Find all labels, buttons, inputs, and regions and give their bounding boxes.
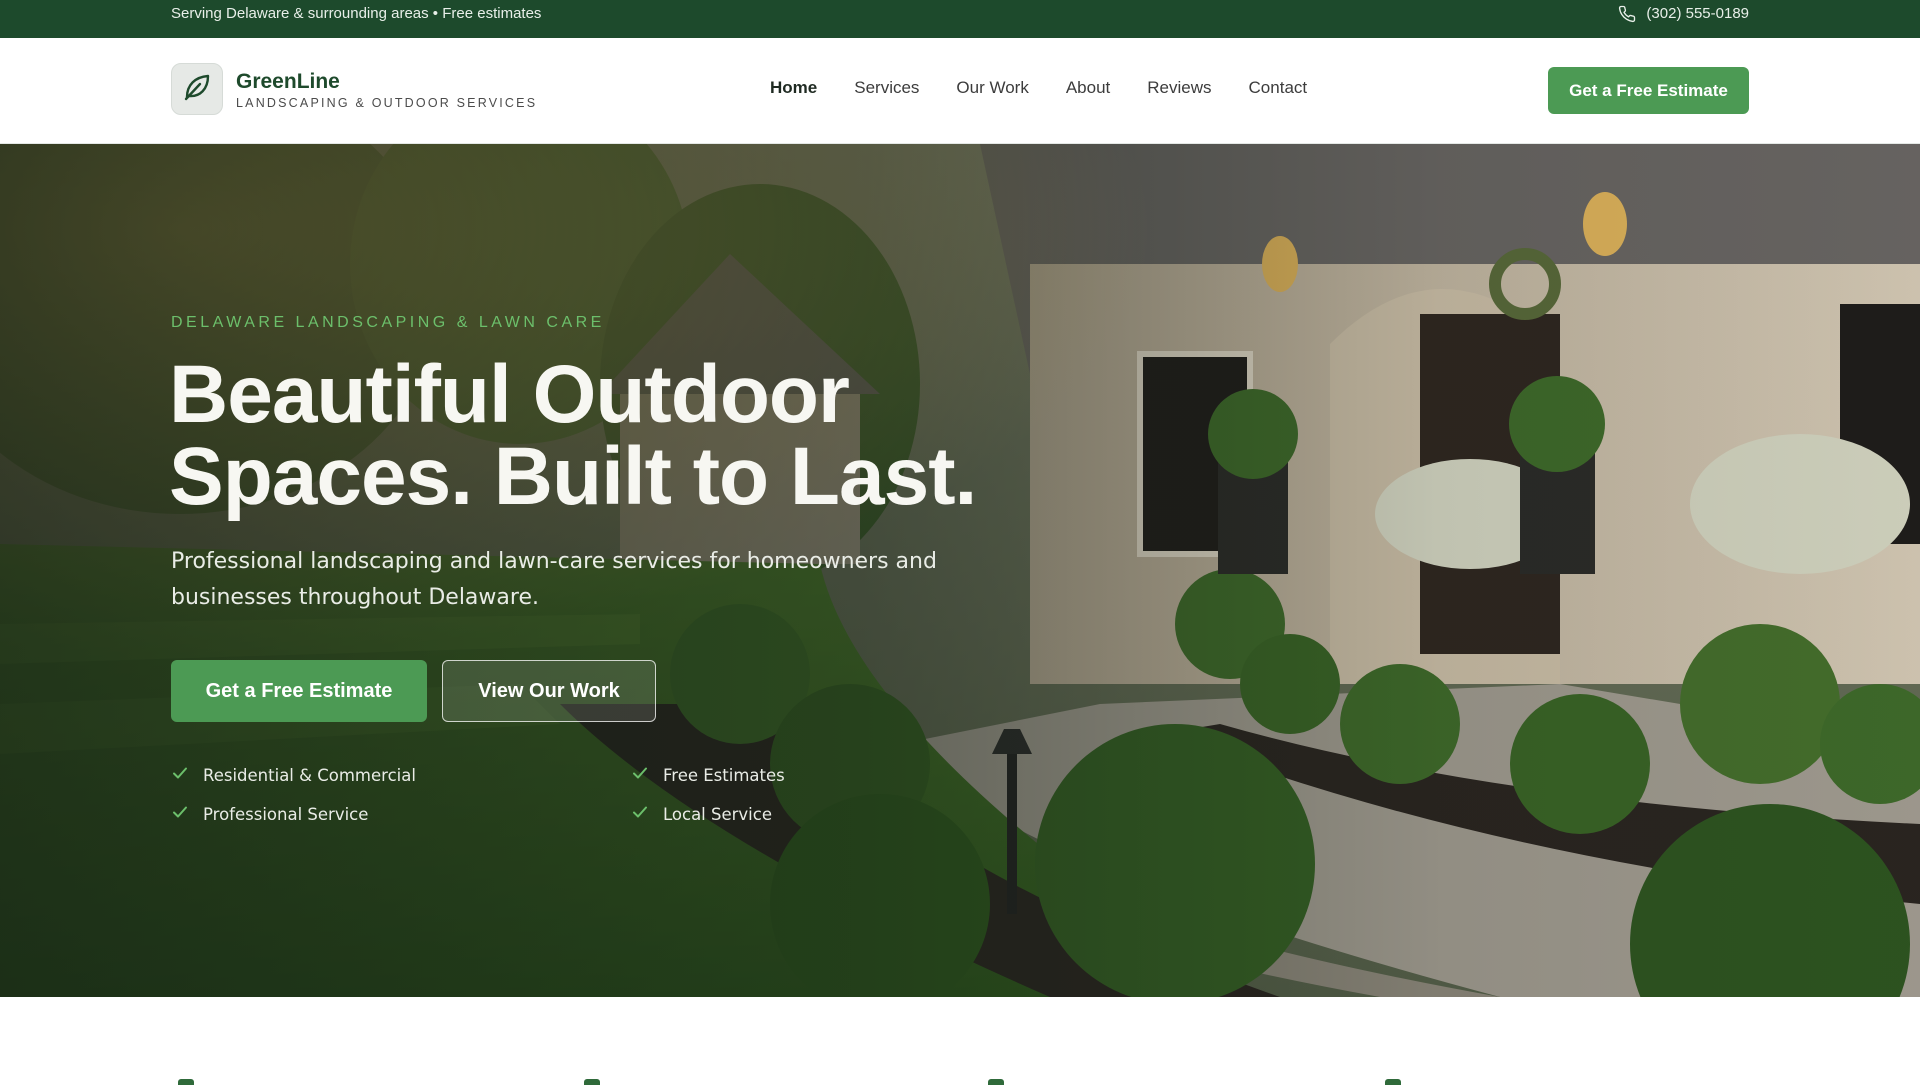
section-icon [1385, 1079, 1401, 1085]
phone-number[interactable]: (302) 555-0189 [1646, 5, 1749, 23]
nav-item-about[interactable]: About [1066, 78, 1110, 98]
service-area-text: Serving Delaware & surrounding areas • F… [171, 5, 542, 22]
phone-link[interactable]: (302) 555-0189 [1618, 5, 1749, 23]
check-icon [631, 803, 649, 825]
leaf-icon [181, 71, 213, 107]
hero-headline-line2: Spaces. Built to Last. [169, 431, 977, 522]
check-icon [631, 764, 649, 786]
feature-item: Residential & Commercial [171, 764, 416, 786]
hero-headline: Beautiful Outdoor Spaces. Built to Last. [169, 354, 1069, 518]
hero-estimate-button[interactable]: Get a Free Estimate [171, 660, 427, 722]
nav-item-contact[interactable]: Contact [1249, 78, 1308, 98]
brand-name[interactable]: GreenLine [236, 70, 340, 94]
main-nav: Home Services Our Work About Reviews Con… [770, 78, 1307, 98]
site-header: GreenLine LANDSCAPING & OUTDOOR SERVICES… [0, 38, 1920, 144]
header-estimate-button[interactable]: Get a Free Estimate [1548, 67, 1749, 114]
check-icon [171, 764, 189, 786]
section-icon [584, 1079, 600, 1085]
logo-badge[interactable] [171, 63, 223, 115]
feature-label: Residential & Commercial [203, 765, 416, 785]
hero-eyebrow: DELAWARE LANDSCAPING & LAWN CARE [171, 314, 605, 331]
feature-item: Professional Service [171, 803, 368, 825]
feature-label: Professional Service [203, 804, 369, 824]
nav-item-reviews[interactable]: Reviews [1147, 78, 1211, 98]
section-icon [178, 1079, 194, 1085]
hero-section: DELAWARE LANDSCAPING & LAWN CARE Beautif… [0, 144, 1920, 997]
feature-label: Free Estimates [663, 765, 785, 785]
view-our-work-button[interactable]: View Our Work [442, 660, 656, 722]
hero-subheading: Professional landscaping and lawn-care s… [171, 549, 937, 610]
feature-label: Local Service [663, 804, 772, 824]
feature-item: Free Estimates [631, 764, 785, 786]
feature-item: Local Service [631, 803, 772, 825]
phone-icon [1618, 5, 1636, 23]
nav-item-home[interactable]: Home [770, 78, 817, 98]
brand-tagline: LANDSCAPING & OUTDOOR SERVICES [236, 96, 538, 110]
top-info-bar: Serving Delaware & surrounding areas • F… [0, 0, 1920, 38]
check-icon [171, 803, 189, 825]
services-section-preview [0, 997, 1920, 1085]
nav-item-our-work[interactable]: Our Work [956, 78, 1028, 98]
section-icon [988, 1079, 1004, 1085]
hero-headline-line1: Beautiful Outdoor [169, 349, 850, 440]
nav-item-services[interactable]: Services [854, 78, 919, 98]
